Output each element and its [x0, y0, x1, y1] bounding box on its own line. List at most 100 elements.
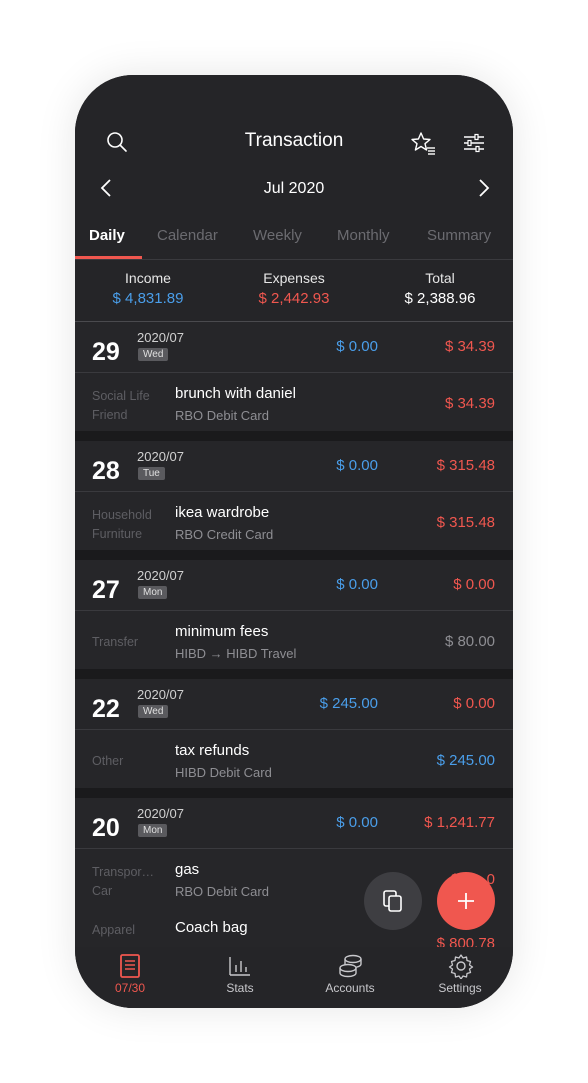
category: Social Life [92, 389, 150, 403]
nav-label: Settings [438, 981, 482, 995]
transaction-account: HIBD Debit Card [175, 765, 272, 780]
month-summary: Income $ 4,831.89 Expenses $ 2,442.93 To… [75, 270, 513, 320]
day-number: 29 [92, 338, 120, 366]
category: Apparel [92, 923, 136, 937]
transaction-note: Coach bag [175, 919, 248, 936]
day-year-month: 2020/07 [137, 687, 184, 702]
day-header[interactable]: 20 2020/07 Mon $ 0.00 $ 1,241.77 [75, 798, 513, 848]
transaction-amount: $ 80.00 [444, 633, 495, 650]
day-expense: $ 1,241.77 [424, 814, 495, 831]
nav-label: Stats [226, 981, 254, 995]
view-tabs: Daily Calendar Weekly Monthly Summary [75, 223, 513, 259]
day-expense: $ 315.48 [436, 457, 495, 474]
transaction-amount: $ 315.48 [436, 514, 495, 531]
transaction-note: gas [175, 861, 200, 878]
transaction-amount: $ 34.39 [444, 395, 495, 412]
day-year-month: 2020/07 [137, 449, 184, 464]
month-label: Jul 2020 [263, 180, 325, 197]
bottom-nav: 07/30 Stats Accounts Settings [75, 947, 513, 1008]
transaction-note: tax refunds [175, 742, 250, 759]
expenses-total: $ 2,442.93 [258, 290, 330, 307]
phone-frame: Transaction Jul 2020 Daily Calendar Week… [75, 75, 513, 1008]
day-income: $ 0.00 [336, 338, 378, 355]
gear-icon [448, 954, 474, 979]
transaction-row[interactable]: Household Furniture ikea wardrobe RBO Cr… [75, 492, 513, 550]
star-list-icon[interactable] [409, 128, 439, 158]
nav-label: Accounts [325, 981, 375, 995]
transaction-list[interactable]: 29 2020/07 Wed $ 0.00 $ 34.39 Social Lif… [75, 322, 513, 947]
day-number: 27 [92, 576, 120, 604]
transaction-account: HIBD → HIBD Travel [175, 646, 297, 661]
day-gap [75, 788, 513, 798]
day-year-month: 2020/07 [137, 330, 184, 345]
day-expense: $ 0.00 [453, 695, 495, 712]
weekday-badge: Tue [138, 467, 165, 480]
tab-calendar[interactable]: Calendar [157, 227, 218, 244]
chevron-right-icon[interactable] [471, 175, 497, 201]
day-number: 22 [92, 695, 120, 723]
day-expense: $ 0.00 [453, 576, 495, 593]
day-gap [75, 431, 513, 441]
transaction-amount: $ 245.00 [436, 752, 495, 769]
subcategory: Furniture [92, 527, 143, 541]
income-label: Income [125, 270, 171, 286]
transaction-note: minimum fees [175, 623, 269, 640]
transaction-amount: $ 800.78 [436, 935, 495, 947]
copy-button[interactable] [364, 872, 422, 930]
tab-summary[interactable]: Summary [427, 227, 491, 244]
nav-transactions[interactable]: 07/30 [75, 947, 185, 1008]
transaction-row[interactable]: Transfer minimum fees HIBD → HIBD Travel… [75, 611, 513, 669]
day-income: $ 0.00 [336, 457, 378, 474]
copy-icon [383, 890, 402, 912]
total-label: Total [425, 270, 455, 286]
day-expense: $ 34.39 [444, 338, 495, 355]
stats-icon [229, 957, 250, 976]
category: Transfer [92, 635, 139, 649]
coins-icon [339, 954, 362, 978]
income-total: $ 4,831.89 [112, 290, 184, 307]
net-total: $ 2,388.96 [404, 290, 476, 307]
expenses-label: Expenses [263, 270, 325, 286]
plus-icon [458, 893, 474, 909]
transaction-row[interactable]: Other tax refunds HIBD Debit Card $ 245.… [75, 730, 513, 788]
nav-stats[interactable]: Stats [185, 947, 295, 1008]
day-gap [75, 669, 513, 679]
day-number: 20 [92, 814, 120, 842]
day-header[interactable]: 28 2020/07 Tue $ 0.00 $ 315.48 [75, 441, 513, 491]
day-income: $ 245.00 [319, 695, 378, 712]
tab-monthly[interactable]: Monthly [337, 227, 390, 244]
weekday-badge: Mon [138, 586, 168, 599]
nav-label: 07/30 [114, 981, 146, 995]
day-year-month: 2020/07 [137, 568, 184, 583]
tab-daily[interactable]: Daily [89, 227, 125, 244]
add-transaction-button[interactable] [437, 872, 495, 930]
category: Other [92, 754, 124, 768]
day-number: 28 [92, 457, 120, 485]
day-header[interactable]: 27 2020/07 Mon $ 0.00 $ 0.00 [75, 560, 513, 610]
transaction-note: ikea wardrobe [175, 504, 270, 521]
transaction-row[interactable]: Social Life Friend brunch with daniel RB… [75, 373, 513, 431]
divider [75, 259, 513, 260]
subcategory: Car [92, 884, 113, 898]
tab-weekly[interactable]: Weekly [253, 227, 302, 244]
category: Household [92, 508, 152, 522]
book-icon [120, 954, 140, 978]
day-gap [75, 550, 513, 560]
transaction-note: brunch with daniel [175, 385, 296, 402]
day-header[interactable]: 22 2020/07 Wed $ 245.00 $ 0.00 [75, 679, 513, 729]
weekday-badge: Wed [138, 705, 169, 718]
subcategory: Friend [92, 408, 128, 422]
transaction-account: RBO Debit Card [175, 408, 269, 423]
weekday-badge: Mon [138, 824, 168, 837]
weekday-badge: Wed [138, 348, 169, 361]
day-income: $ 0.00 [336, 814, 378, 831]
page-title: Transaction [244, 130, 344, 151]
category: Transpor… [92, 865, 155, 879]
nav-settings[interactable]: Settings [405, 947, 513, 1008]
filter-sliders-icon[interactable] [459, 128, 489, 158]
day-header[interactable]: 29 2020/07 Wed $ 0.00 $ 34.39 [75, 322, 513, 372]
nav-accounts[interactable]: Accounts [295, 947, 405, 1008]
day-income: $ 0.00 [336, 576, 378, 593]
day-year-month: 2020/07 [137, 806, 184, 821]
transaction-account: RBO Credit Card [175, 527, 274, 542]
